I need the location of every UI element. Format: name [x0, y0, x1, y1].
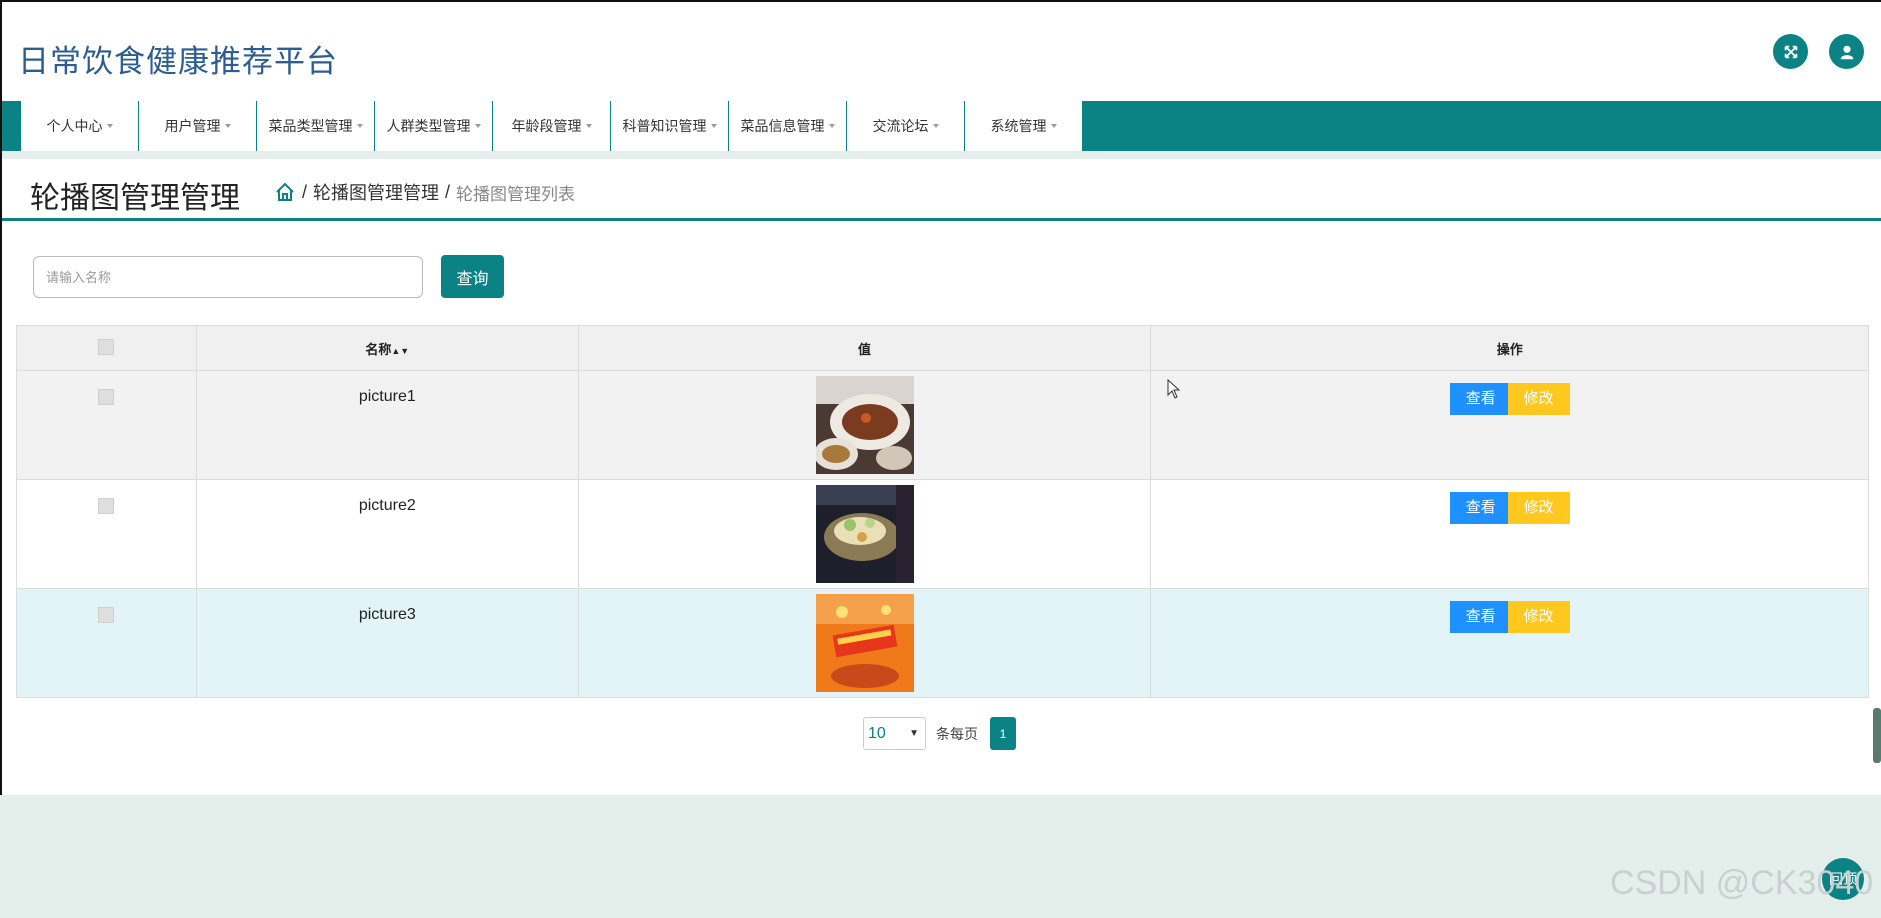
- nav-item-label: 科普知识管理: [622, 118, 707, 134]
- expand-arrows-icon[interactable]: [1773, 34, 1808, 69]
- nav-item-label: 菜品类型管理: [268, 118, 353, 134]
- nav-spacer: [2, 151, 1881, 159]
- breadcrumb-separator: /: [445, 181, 451, 202]
- search-button[interactable]: 查询: [441, 255, 504, 298]
- edit-button[interactable]: 修改: [1507, 492, 1570, 524]
- row-actions: 查看 修改: [1150, 370, 1869, 480]
- row-actions: 查看 修改: [1150, 588, 1869, 698]
- nav-item-system-management[interactable]: 系统管理: [965, 101, 1083, 151]
- per-page-label: 条每页: [936, 725, 978, 742]
- page-number-button[interactable]: 1: [990, 717, 1016, 750]
- carousel-table: 名称▲▼ 值 操作 picture1 查看 修改 picture2 查看 修改 …: [16, 325, 1869, 698]
- nav-item-personal-center[interactable]: 个人中心: [21, 101, 139, 151]
- nav-menu: 个人中心 用户管理 菜品类型管理 人群类型管理 年龄段管理 科普知识管理 菜品信…: [21, 101, 1083, 151]
- row-select-cell: [16, 479, 197, 589]
- chevron-down-icon: ▼: [909, 728, 919, 739]
- value-column-header: 值: [577, 325, 1152, 371]
- caret-down-icon: [932, 124, 939, 128]
- top-header: 日常饮食健康推荐平台: [2, 2, 1881, 101]
- nav-item-label: 菜品信息管理: [740, 118, 825, 134]
- row-checkbox[interactable]: [98, 389, 115, 405]
- promo-banner-photo-3[interactable]: [815, 594, 914, 692]
- main-navbar: 个人中心 用户管理 菜品类型管理 人群类型管理 年龄段管理 科普知识管理 菜品信…: [2, 101, 1881, 151]
- caret-down-icon: [356, 124, 363, 128]
- user-icon[interactable]: [1829, 34, 1864, 69]
- nav-item-dish-info-management[interactable]: 菜品信息管理: [729, 101, 847, 151]
- nav-item-age-group-management[interactable]: 年龄段管理: [493, 101, 611, 151]
- breadcrumb-current: 轮播图管理列表: [456, 184, 576, 204]
- food-dish-photo-2[interactable]: [815, 485, 914, 583]
- select-all-checkbox[interactable]: [98, 338, 115, 355]
- table-row: picture2 查看 修改: [16, 479, 1869, 589]
- breadcrumb: / 轮播图管理管理 / 轮播图管理列表: [274, 179, 581, 205]
- table-row: picture3 查看 修改: [16, 588, 1869, 698]
- page-size-value: 10: [868, 724, 886, 742]
- caret-down-icon: [1050, 124, 1057, 128]
- row-name: picture3: [195, 588, 579, 698]
- nav-item-label: 交流论坛: [872, 118, 929, 134]
- csdn-watermark: CSDN @CK3040: [1610, 864, 1874, 902]
- actions-column-header: 操作: [1150, 325, 1869, 371]
- row-name: picture2: [195, 479, 579, 589]
- row-checkbox[interactable]: [98, 498, 115, 514]
- name-header-label: 名称: [365, 341, 392, 357]
- nav-item-label: 用户管理: [164, 118, 221, 134]
- page-header: 轮播图管理管理 / 轮播图管理管理 / 轮播图管理列表: [2, 159, 1881, 221]
- site-title: 日常饮食健康推荐平台: [18, 44, 338, 79]
- page-title: 轮播图管理管理: [30, 182, 240, 215]
- edit-button[interactable]: 修改: [1507, 601, 1570, 633]
- row-image-cell: [577, 370, 1152, 480]
- view-button[interactable]: 查看: [1449, 383, 1512, 415]
- row-image-cell: [577, 479, 1152, 589]
- nav-item-label: 系统管理: [990, 118, 1047, 134]
- breadcrumb-section[interactable]: 轮播图管理管理: [313, 179, 439, 205]
- caret-down-icon: [828, 124, 835, 128]
- edit-button[interactable]: 修改: [1507, 383, 1570, 415]
- page-size-select[interactable]: 10 ▼: [863, 717, 926, 750]
- scrollbar-handle[interactable]: [1873, 708, 1881, 763]
- nav-item-dish-type-management[interactable]: 菜品类型管理: [257, 101, 375, 151]
- caret-down-icon: [224, 124, 231, 128]
- view-button[interactable]: 查看: [1449, 601, 1512, 633]
- search-name-input[interactable]: [33, 256, 423, 298]
- caret-down-icon: [474, 124, 481, 128]
- nav-item-label: 人群类型管理: [386, 118, 471, 134]
- nav-item-forum[interactable]: 交流论坛: [847, 101, 965, 151]
- caret-down-icon: [585, 124, 592, 128]
- breadcrumb-separator: /: [302, 181, 308, 202]
- row-image-cell: [577, 588, 1152, 698]
- row-select-cell: [16, 370, 197, 480]
- select-all-header: [16, 325, 197, 371]
- food-dish-photo-1[interactable]: [815, 376, 914, 474]
- nav-item-label: 个人中心: [46, 118, 103, 134]
- row-name: picture1: [195, 370, 579, 480]
- caret-down-icon: [710, 124, 717, 128]
- view-button[interactable]: 查看: [1449, 492, 1512, 524]
- name-column-header[interactable]: 名称▲▼: [195, 325, 579, 371]
- table-header-row: 名称▲▼ 值 操作: [16, 325, 1869, 371]
- row-select-cell: [16, 588, 197, 698]
- nav-item-user-management[interactable]: 用户管理: [139, 101, 257, 151]
- nav-item-science-knowledge-management[interactable]: 科普知识管理: [611, 101, 729, 151]
- pagination: 10 ▼ 条每页 1: [863, 717, 1016, 750]
- table-row: picture1 查看 修改: [16, 370, 1869, 480]
- mouse-cursor-icon: [1167, 379, 1181, 399]
- row-actions: 查看 修改: [1150, 479, 1869, 589]
- nav-item-crowd-type-management[interactable]: 人群类型管理: [375, 101, 493, 151]
- row-checkbox[interactable]: [98, 607, 115, 623]
- nav-item-label: 年龄段管理: [511, 118, 582, 134]
- caret-down-icon: [106, 124, 113, 128]
- sort-arrows-icon[interactable]: ▲▼: [391, 346, 409, 356]
- home-icon[interactable]: [274, 181, 296, 203]
